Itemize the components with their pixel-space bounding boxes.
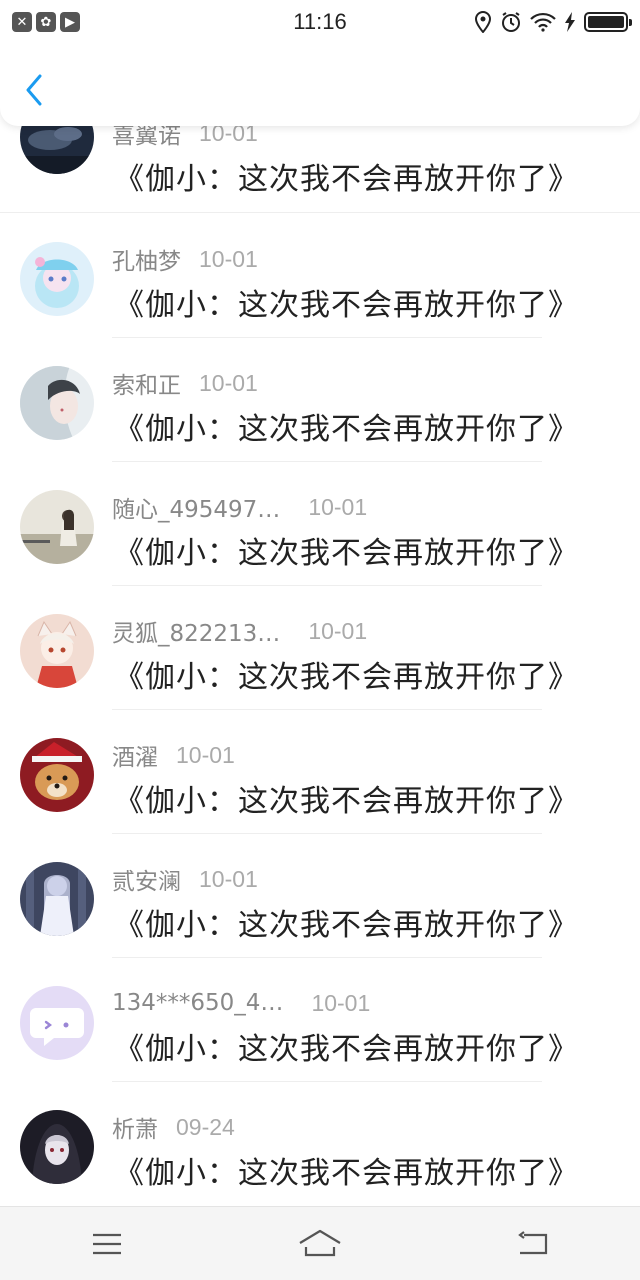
alarm-icon xyxy=(502,12,520,32)
header xyxy=(0,40,640,126)
list-item[interactable]: 随心_495497… 10-01 《伽小：这次我不会再放开你了》 xyxy=(0,462,640,586)
system-nav-bar xyxy=(0,1206,640,1280)
chevron-left-icon xyxy=(26,74,42,106)
list-item[interactable]: 贰安澜 10-01 《伽小：这次我不会再放开你了》 xyxy=(0,834,640,958)
list-item[interactable]: 灵狐_822213… 10-01 《伽小：这次我不会再放开你了》 xyxy=(0,586,640,710)
status-right-icons xyxy=(474,11,632,33)
item-meta: 贰安澜 10-01 xyxy=(112,862,258,896)
back-nav-button[interactable] xyxy=(503,1219,563,1269)
avatar xyxy=(20,738,94,812)
avatar xyxy=(20,862,94,936)
user-name: 孔柚梦 xyxy=(112,249,181,275)
story-title: 《伽小：这次我不会再放开你了》 xyxy=(114,784,579,819)
user-name: 灵狐_822213… xyxy=(112,621,281,647)
charging-icon xyxy=(565,12,575,32)
story-title: 《伽小：这次我不会再放开你了》 xyxy=(114,288,579,323)
post-date: 10-01 xyxy=(308,493,368,520)
user-name: 酒濯 xyxy=(112,745,158,771)
post-date: 10-01 xyxy=(199,245,258,272)
post-date: 09-24 xyxy=(176,1113,235,1140)
subscriber-list: 喜翼诺 10-01 《伽小：这次我不会再放开你了》 孔柚梦 10-01 《伽小：… xyxy=(0,88,640,1206)
item-meta: 析萧 09-24 xyxy=(112,1110,235,1144)
story-title: 《伽小：这次我不会再放开你了》 xyxy=(114,412,579,447)
close-app-icon: ✕ xyxy=(12,12,32,32)
story-title: 《伽小：这次我不会再放开你了》 xyxy=(114,536,579,571)
story-title: 《伽小：这次我不会再放开你了》 xyxy=(114,1032,579,1067)
divider xyxy=(0,212,640,213)
post-date: 10-01 xyxy=(199,865,258,892)
post-date: 10-01 xyxy=(311,989,371,1016)
post-date: 10-01 xyxy=(176,741,235,768)
post-date: 10-01 xyxy=(308,617,368,644)
flower-app-icon: ✿ xyxy=(36,12,56,32)
screen: ✕ ✿ ▶ 11:16 喜翼诺 10-01 《伽小：这次我不会再放开你了》 孔柚… xyxy=(0,0,640,1280)
item-meta: 随心_495497… 10-01 xyxy=(112,490,367,524)
user-name: 析萧 xyxy=(112,1117,158,1143)
avatar xyxy=(20,986,94,1060)
list-item[interactable]: 酒濯 10-01 《伽小：这次我不会再放开你了》 xyxy=(0,710,640,834)
avatar xyxy=(20,1110,94,1184)
status-left-icons: ✕ ✿ ▶ xyxy=(12,12,80,32)
avatar xyxy=(20,490,94,564)
story-title: 《伽小：这次我不会再放开你了》 xyxy=(114,1156,579,1191)
avatar xyxy=(20,366,94,440)
list-item[interactable]: 索和正 10-01 《伽小：这次我不会再放开你了》 xyxy=(0,338,640,462)
item-meta: 酒濯 10-01 xyxy=(112,738,235,772)
user-name: 134***650_4… xyxy=(112,990,284,1016)
user-name: 索和正 xyxy=(112,373,181,399)
item-meta: 灵狐_822213… 10-01 xyxy=(112,614,367,648)
story-title: 《伽小：这次我不会再放开你了》 xyxy=(114,660,579,695)
wifi-icon xyxy=(530,12,556,32)
item-meta: 孔柚梦 10-01 xyxy=(112,242,258,276)
item-meta: 索和正 10-01 xyxy=(112,366,258,400)
user-name: 贰安澜 xyxy=(112,869,181,895)
home-button[interactable] xyxy=(290,1219,350,1269)
list-item[interactable]: 孔柚梦 10-01 《伽小：这次我不会再放开你了》 xyxy=(0,214,640,338)
story-title: 《伽小：这次我不会再放开你了》 xyxy=(114,162,579,197)
user-name: 随心_495497… xyxy=(112,497,281,523)
back-button[interactable] xyxy=(16,70,52,110)
location-icon xyxy=(474,11,492,33)
list-item[interactable]: 134***650_4… 10-01 《伽小：这次我不会再放开你了》 xyxy=(0,958,640,1082)
list-item[interactable]: 析萧 09-24 《伽小：这次我不会再放开你了》 xyxy=(0,1082,640,1206)
menu-button[interactable] xyxy=(77,1219,137,1269)
post-date: 10-01 xyxy=(199,369,258,396)
story-title: 《伽小：这次我不会再放开你了》 xyxy=(114,908,579,943)
status-bar: ✕ ✿ ▶ 11:16 xyxy=(0,0,640,44)
battery-icon xyxy=(584,12,632,32)
play-app-icon: ▶ xyxy=(60,12,80,32)
avatar xyxy=(20,614,94,688)
item-meta: 134***650_4… 10-01 xyxy=(112,986,370,1020)
menu-icon xyxy=(92,1233,121,1254)
avatar xyxy=(20,242,94,316)
home-icon xyxy=(299,1229,341,1256)
back-icon xyxy=(518,1230,548,1254)
